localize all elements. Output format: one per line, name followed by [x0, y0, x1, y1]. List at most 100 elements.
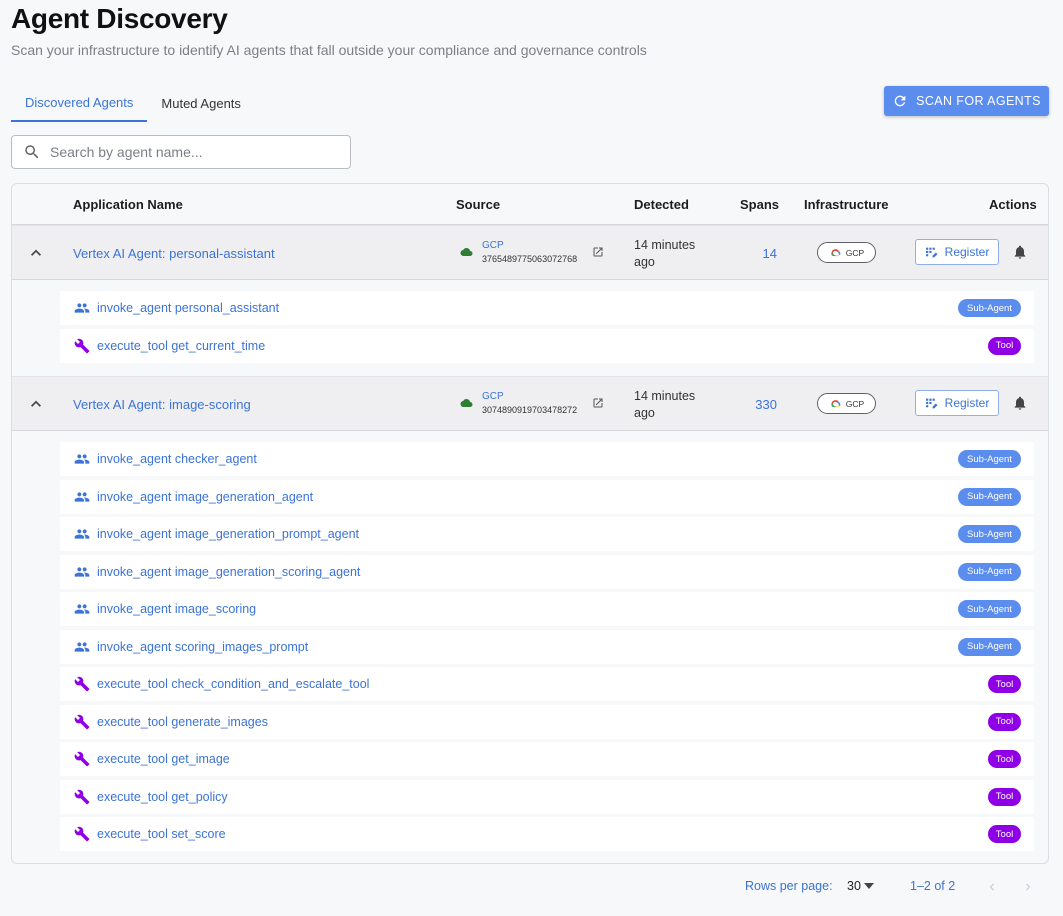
cloud-icon	[460, 248, 473, 256]
wrench-icon	[74, 789, 90, 804]
tool-badge: Tool	[988, 787, 1021, 806]
pagination-range: 1–2 of 2	[910, 879, 956, 893]
group-icon	[74, 604, 90, 614]
sub-agent-row[interactable]: invoke_agent scoring_images_prompt Sub-Ag…	[60, 629, 1034, 664]
rows-per-page-label: Rows per page:	[745, 879, 833, 893]
span-name-link[interactable]: execute_tool generate_images	[97, 715, 268, 729]
register-label: Register	[944, 396, 990, 410]
source-id: 3765489775063072768	[482, 254, 578, 264]
table-header: Application Name Source Detected Spans I…	[12, 184, 1048, 225]
sub-agent-row[interactable]: invoke_agent image_generation_scoring_ag…	[60, 554, 1034, 589]
sub-agent-row[interactable]: invoke_agent image_generation_agent Sub-A…	[60, 479, 1034, 514]
span-name-link[interactable]: invoke_agent image_generation_scoring_ag…	[97, 565, 360, 579]
tool-badge: Tool	[988, 336, 1021, 355]
source-provider[interactable]: GCP	[482, 240, 504, 251]
sub-agent-badge: Sub-Agent	[958, 637, 1021, 656]
infrastructure-chip: GCP	[817, 242, 876, 263]
tool-badge: Tool	[988, 712, 1021, 731]
span-name-link[interactable]: invoke_agent checker_agent	[97, 452, 257, 466]
refresh-icon	[894, 95, 906, 107]
span-name-link[interactable]: invoke_agent image_generation_agent	[97, 490, 313, 504]
infrastructure-label: GCP	[845, 398, 865, 409]
header-application-name: Application Name	[73, 197, 183, 212]
wrench-icon	[74, 676, 90, 692]
spans-count-link[interactable]: 14	[737, 246, 777, 261]
infrastructure-label: GCP	[845, 247, 865, 258]
previous-page-icon[interactable]	[985, 879, 999, 895]
infrastructure-chip: GCP	[817, 393, 876, 414]
register-button[interactable]: Register	[915, 390, 999, 416]
agent-row[interactable]: Vertex AI Agent: personal-assistant GCP 37…	[12, 225, 1048, 280]
gcp-logo-icon	[831, 249, 841, 257]
header-actions: Actions	[989, 197, 1037, 212]
source-provider[interactable]: GCP	[482, 391, 504, 402]
tool-row[interactable]: execute_tool get_image Tool	[60, 742, 1034, 776]
wrench-icon	[74, 338, 90, 353]
sub-agent-badge: Sub-Agent	[958, 562, 1021, 581]
span-name-link[interactable]: invoke_agent scoring_images_prompt	[97, 640, 308, 654]
bell-icon[interactable]	[1012, 394, 1028, 412]
agent-name-link[interactable]: Vertex AI Agent: personal-assistant	[73, 246, 275, 261]
tool-badge: Tool	[988, 675, 1021, 693]
page-title: Agent Discovery	[11, 3, 228, 34]
tab-discovered-agents[interactable]: Discovered Agents	[11, 84, 148, 122]
open-external-icon[interactable]	[592, 397, 604, 409]
span-name-link[interactable]: execute_tool set_score	[97, 827, 226, 841]
tab-bar: Discovered Agents Muted Agents	[11, 84, 255, 122]
tool-badge: Tool	[988, 825, 1021, 843]
next-page-icon[interactable]	[1021, 879, 1035, 895]
agent-row[interactable]: Vertex AI Agent: image-scoring GCP 3074890…	[12, 376, 1048, 431]
tool-row[interactable]: execute_tool check_condition_and_escalat…	[60, 667, 1034, 701]
sub-agent-row[interactable]: invoke_agent personal_assistant Sub-Agent	[60, 291, 1034, 325]
group-icon	[74, 454, 90, 464]
spans-count-link[interactable]: 330	[737, 397, 777, 412]
sub-agent-badge: Sub-Agent	[958, 525, 1021, 543]
scan-for-agents-button[interactable]: SCAN FOR AGENTS	[884, 86, 1049, 116]
search-input[interactable]	[50, 144, 330, 160]
wrench-icon	[74, 826, 90, 842]
group-icon	[74, 566, 90, 577]
rows-per-page-select[interactable]: 30	[847, 879, 874, 893]
register-icon	[925, 398, 938, 408]
group-icon	[74, 491, 90, 502]
agents-table: Application Name Source Detected Spans I…	[11, 183, 1049, 864]
register-label: Register	[944, 245, 990, 259]
span-name-link[interactable]: invoke_agent personal_assistant	[97, 301, 279, 315]
sub-agent-row[interactable]: invoke_agent checker_agent Sub-Agent	[60, 442, 1034, 476]
span-name-link[interactable]: execute_tool get_current_time	[97, 339, 265, 353]
span-name-link[interactable]: execute_tool get_image	[97, 752, 230, 766]
tool-row[interactable]: execute_tool generate_images Tool	[60, 704, 1034, 739]
tool-row[interactable]: execute_tool get_current_time Tool	[60, 328, 1034, 363]
open-external-icon[interactable]	[592, 246, 604, 258]
sub-agent-row[interactable]: invoke_agent image_generation_prompt_age…	[60, 517, 1034, 551]
group-icon	[74, 529, 90, 539]
collapse-chevron-icon[interactable]	[26, 394, 46, 414]
tool-row[interactable]: execute_tool get_policy Tool	[60, 779, 1034, 814]
bell-icon[interactable]	[1012, 243, 1028, 261]
search-box[interactable]	[11, 135, 351, 169]
group-icon	[74, 303, 90, 313]
sub-agent-row[interactable]: invoke_agent image_scoring Sub-Agent	[60, 592, 1034, 626]
sub-agent-badge: Sub-Agent	[958, 487, 1021, 506]
tool-row[interactable]: execute_tool set_score Tool	[60, 817, 1034, 851]
tab-muted-agents[interactable]: Muted Agents	[147, 84, 255, 122]
group-icon	[74, 641, 90, 652]
sub-agent-badge: Sub-Agent	[958, 450, 1021, 468]
register-icon	[925, 247, 938, 257]
collapse-chevron-icon[interactable]	[26, 243, 46, 263]
header-spans: Spans	[740, 197, 780, 212]
page-subtitle: Scan your infrastructure to identify AI …	[11, 42, 647, 58]
wrench-icon	[74, 751, 90, 767]
sub-agent-badge: Sub-Agent	[958, 299, 1021, 317]
span-name-link[interactable]: invoke_agent image_scoring	[97, 602, 256, 616]
span-name-link[interactable]: execute_tool check_condition_and_escalat…	[97, 677, 369, 691]
rows-per-page-value: 30	[847, 879, 861, 893]
span-name-link[interactable]: execute_tool get_policy	[97, 790, 228, 804]
agent-name-link[interactable]: Vertex AI Agent: image-scoring	[73, 397, 251, 412]
register-button[interactable]: Register	[915, 239, 999, 265]
header-detected: Detected	[634, 197, 689, 212]
detected-time: 14 minutes ago	[634, 389, 696, 420]
span-name-link[interactable]: invoke_agent image_generation_prompt_age…	[97, 527, 359, 541]
tool-badge: Tool	[988, 750, 1021, 768]
scan-button-label: SCAN FOR AGENTS	[916, 94, 1041, 108]
